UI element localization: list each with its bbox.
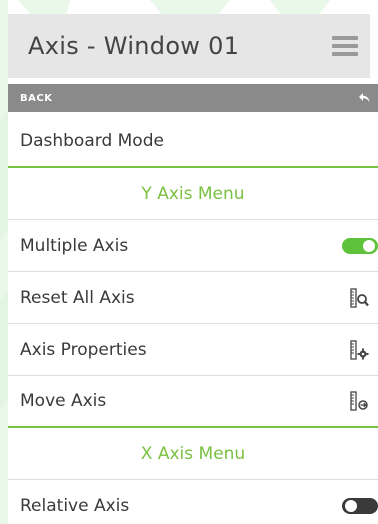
toggle-knob xyxy=(345,499,357,512)
back-label: BACK xyxy=(20,92,53,104)
multiple-axis-toggle[interactable] xyxy=(342,237,378,254)
menu-item-label: Reset All Axis xyxy=(20,287,135,308)
menu-item-label: Relative Axis xyxy=(20,495,130,516)
relative-axis-toggle[interactable] xyxy=(342,497,378,514)
menu-item-label: Dashboard Mode xyxy=(20,131,164,151)
ruler-gear-icon xyxy=(350,339,369,360)
window-header: Axis - Window 01 xyxy=(8,14,370,78)
undo-arrow-icon xyxy=(359,93,370,103)
menu-item-label: Multiple Axis xyxy=(20,235,129,256)
axis-window-panel: Axis - Window 01 BACK Dashboard Mode Y A… xyxy=(0,0,378,524)
menu-item-multiple-axis[interactable]: Multiple Axis xyxy=(8,220,378,272)
window-title: Axis - Window 01 xyxy=(28,32,240,60)
toggle-knob xyxy=(363,239,375,252)
menu-item-reset-all-axis[interactable]: Reset All Axis xyxy=(8,272,378,324)
menu-item-label: Axis Properties xyxy=(20,339,147,360)
menu-item-axis-properties[interactable]: Axis Properties xyxy=(8,324,378,376)
section-label: Y Axis Menu xyxy=(141,183,245,204)
section-header-y-axis: Y Axis Menu xyxy=(8,168,378,220)
menu-item-label: Move Axis xyxy=(20,391,107,411)
back-button[interactable]: BACK xyxy=(8,84,378,112)
section-header-x-axis: X Axis Menu xyxy=(8,428,378,480)
menu-list: Dashboard Mode Y Axis Menu Multiple Axis… xyxy=(8,116,378,524)
menu-item-move-axis[interactable]: Move Axis xyxy=(8,376,378,428)
section-label: X Axis Menu xyxy=(140,443,246,464)
hamburger-icon[interactable] xyxy=(332,34,360,58)
menu-item-dashboard-mode[interactable]: Dashboard Mode xyxy=(8,116,378,168)
ruler-zoom-icon xyxy=(350,287,369,308)
menu-item-relative-axis[interactable]: Relative Axis xyxy=(8,480,378,524)
ruler-move-icon xyxy=(350,391,368,411)
